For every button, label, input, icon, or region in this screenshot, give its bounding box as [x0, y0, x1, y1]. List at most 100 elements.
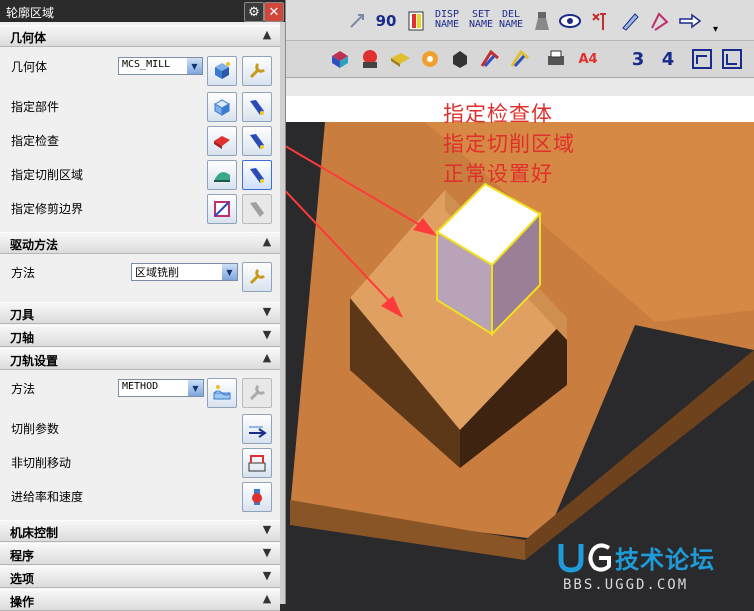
dialog-title: 轮廓区域	[6, 6, 55, 20]
main-toolbar: 90 DISP NAME SET NAME DEL NAME ▾	[285, 0, 754, 41]
chevron-down-icon[interactable]: ▼	[222, 264, 237, 280]
toolbar-overflow-icon[interactable]: ▾	[713, 24, 718, 35]
chevron-up-icon[interactable]: ▲	[260, 28, 274, 42]
section-axis-label: 刀轴	[10, 331, 35, 345]
section-path-header[interactable]: 刀轨设置 ▲	[0, 348, 280, 370]
new-geometry-button[interactable]	[207, 56, 237, 86]
arrow-tool-icon[interactable]	[345, 8, 371, 34]
settings-gear-icon[interactable]: ⚙	[244, 2, 264, 22]
chevron-down-icon[interactable]: ▼	[188, 380, 203, 396]
section-tool-header[interactable]: 刀具 ▼	[0, 302, 280, 324]
section-options-label: 选项	[10, 572, 35, 586]
display-check-button[interactable]	[242, 126, 272, 156]
method-new-icon	[213, 385, 231, 400]
section-program-header[interactable]: 程序 ▼	[0, 543, 280, 565]
dialog-scrollbar[interactable]	[280, 22, 285, 604]
section-machine-label: 机床控制	[10, 526, 59, 540]
layer-4-button[interactable]: 4	[655, 46, 681, 72]
solid-icon[interactable]	[327, 46, 353, 72]
set-name-button[interactable]: SET NAME	[467, 10, 495, 30]
section-axis-header[interactable]: 刀轴 ▼	[0, 325, 280, 347]
display-part-button[interactable]	[242, 92, 272, 122]
section-geometry-body: 几何体 MCS_MILL ▼ 指定部件 指定检查 指定切削区域 指定修剪边界	[0, 47, 280, 230]
edit-geometry-button[interactable]	[242, 56, 272, 86]
part-cube-icon	[213, 99, 231, 116]
a4-label: A4	[578, 51, 598, 67]
display-cut-area-button[interactable]	[242, 160, 272, 190]
geometry-new-icon	[215, 62, 230, 79]
chevron-down-icon[interactable]: ▼	[187, 58, 202, 74]
toolbar-spacer	[285, 78, 754, 96]
a4-plot-button[interactable]: A4	[575, 46, 601, 72]
chevron-down-icon[interactable]: ▼	[260, 305, 274, 319]
cut-params-icon	[249, 426, 267, 438]
curve-icon[interactable]	[647, 8, 673, 34]
paint-icon[interactable]	[507, 46, 533, 72]
step-icon[interactable]	[719, 46, 745, 72]
disp-name-button[interactable]: DISP NAME	[433, 10, 461, 30]
specify-trim-boundary-button[interactable]	[207, 194, 237, 224]
geometry-value: MCS_MILL	[122, 59, 171, 70]
graphics-viewport[interactable]: 90 DISP NAME SET NAME DEL NAME ▾ A4 3 4 …	[285, 0, 754, 604]
section-options-header[interactable]: 选项 ▼	[0, 566, 280, 588]
red-ball-icon[interactable]	[357, 46, 383, 72]
section-drive-label: 驱动方法	[10, 238, 59, 252]
weight-icon[interactable]	[529, 8, 555, 34]
arrow-right-icon[interactable]	[677, 8, 703, 34]
feeds-speeds-button[interactable]	[242, 482, 272, 512]
drive-method-select[interactable]: 区域铣削 ▼	[131, 263, 238, 281]
dialog-titlebar[interactable]: 轮廓区域 ⚙ ✕	[0, 0, 285, 22]
section-geometry-label: 几何体	[10, 31, 47, 45]
layer-color-icon[interactable]	[403, 8, 429, 34]
rotate-90-label: 90	[375, 12, 397, 30]
annotation-line-1: 指定检查体	[443, 102, 553, 126]
geometry-select[interactable]: MCS_MILL ▼	[118, 57, 203, 75]
close-icon[interactable]: ✕	[264, 2, 284, 22]
new-method-button[interactable]	[207, 378, 237, 408]
section-geometry-header[interactable]: 几何体 ▲	[0, 25, 280, 47]
specify-part-button[interactable]	[207, 92, 237, 122]
specify-check-button[interactable]	[207, 126, 237, 156]
layer-4-label: 4	[661, 48, 675, 70]
watermark-url: BBS.UGGD.COM	[563, 577, 689, 593]
specify-cut-area-button[interactable]	[207, 160, 237, 190]
chevron-down-icon[interactable]: ▼	[260, 546, 274, 560]
check-body-icon	[214, 136, 230, 149]
chevron-up-icon[interactable]: ▲	[260, 351, 274, 365]
feeds-speeds-icon	[252, 489, 262, 505]
section-ops-header[interactable]: 操作 ▲	[0, 589, 280, 611]
wrench-icon	[249, 62, 266, 79]
section-machine-header[interactable]: 机床控制 ▼	[0, 520, 280, 542]
dark-solid-icon[interactable]	[447, 46, 473, 72]
pencil-icon[interactable]	[617, 8, 643, 34]
flower-icon[interactable]	[417, 46, 443, 72]
section-drive-header[interactable]: 驱动方法 ▲	[0, 232, 280, 254]
cut-area-label: 指定切削区域	[11, 168, 84, 182]
path-method-select[interactable]: METHOD ▼	[118, 379, 204, 397]
block-icon[interactable]	[387, 46, 413, 72]
edit-method-button[interactable]	[242, 378, 272, 408]
path-method-label: 方法	[11, 382, 36, 396]
part-label: 指定部件	[11, 100, 60, 114]
display-trim-boundary-button[interactable]	[242, 194, 272, 224]
rotate-90-button[interactable]: 90	[373, 8, 399, 34]
tools-icon[interactable]	[587, 8, 613, 34]
layer-3-button[interactable]: 3	[625, 46, 651, 72]
chevron-down-icon[interactable]: ▼	[260, 523, 274, 537]
chevron-up-icon[interactable]: ▲	[260, 235, 274, 249]
corner-icon[interactable]	[689, 46, 715, 72]
chevron-down-icon[interactable]: ▼	[260, 328, 274, 342]
check-label: 指定检查	[11, 134, 60, 148]
multi-color-icon[interactable]	[477, 46, 503, 72]
printer-icon[interactable]	[543, 46, 569, 72]
section-drive-body: 方法 区域铣削 ▼	[0, 254, 280, 300]
cut-params-button[interactable]	[242, 414, 272, 444]
non-cut-moves-button[interactable]	[242, 448, 272, 478]
wrench-disabled-icon	[249, 384, 266, 401]
edit-drive-method-button[interactable]	[242, 262, 272, 292]
cut-area-icon	[214, 172, 230, 182]
del-name-button[interactable]: DEL NAME	[497, 10, 525, 30]
chevron-down-icon[interactable]: ▼	[260, 569, 274, 583]
non-cut-moves-label: 非切削移动	[11, 456, 72, 470]
eye-icon[interactable]	[557, 8, 583, 34]
